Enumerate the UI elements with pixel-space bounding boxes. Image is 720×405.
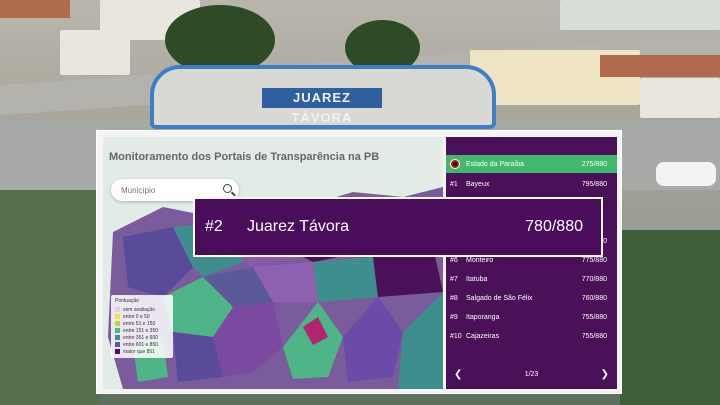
ranking-header[interactable]: Estado da Paraíba 275/880 [446,155,617,173]
ranking-row[interactable]: #10 Cajazeiras 755/880 [446,327,617,346]
ranking-row[interactable]: #9 Itaporanga 755/880 [446,308,617,327]
legend-label: entre 601 e 850 [123,341,159,348]
state-score: 275/880 [581,160,607,168]
ranking-pos: #1 [450,181,458,188]
ranking-score: 770/880 [581,276,607,283]
flag-icon [450,159,460,169]
search-icon[interactable] [223,184,232,193]
ranking-row[interactable]: #7 Itatuba 770/880 [446,270,617,289]
legend-items: sem avaliação entre 0 e 50 entre 51 e 150 e… [115,306,169,355]
legend-swatch [115,328,120,333]
highlight-position: #2 [205,218,223,235]
legend-label: maior que 851 [123,348,155,355]
legend-label: entre 151 e 350 [123,327,159,334]
background-house [560,0,720,30]
state-name: Estado da Paraíba [466,160,524,168]
ranking-score: 775/880 [581,257,607,264]
ranking-score: 755/880 [581,314,607,321]
ranking-pager: ❮ 1/23 ❯ [446,364,617,384]
ranking-pos: #8 [450,295,458,302]
page-indicator: 1/23 [524,370,539,378]
ranking-score: 755/880 [581,333,607,340]
highlight-municipality: Juarez Távora [247,218,349,235]
ranking-name: Bayeux [466,181,490,188]
ranking-name: Salgado de São Félix [466,295,533,302]
background-house [640,78,720,118]
ranking-name: Cajazeiras [466,333,500,340]
parked-car [656,162,716,186]
legend-item: entre 0 e 50 [115,313,169,320]
ranking-score: 795/880 [581,181,607,188]
ranking-row[interactable]: #1 Bayeux 795/880 [446,175,617,194]
legend-swatch [115,321,120,326]
ranking-list: Estado da Paraíba 275/880 #1 Bayeux 795/88… [446,137,617,389]
ranking-name: Itaporanga [466,314,500,321]
legend-item: entre 351 e 600 [115,334,169,341]
legend-item: sem avaliação [115,306,169,313]
next-page-icon[interactable]: ❯ [601,369,609,380]
map-legend: Pontuação sem avaliação entre 0 e 50 entre… [111,295,173,358]
ranking-row[interactable]: #8 Salgado de São Félix 760/880 [446,289,617,308]
prev-page-icon[interactable]: ❮ [454,369,462,380]
legend-swatch [115,349,120,354]
ranking-name: Monteiro [466,257,494,264]
legend-item: entre 51 e 150 [115,320,169,327]
highlighted-ranking-entry: #2 Juarez Távora 780/880 [193,197,603,257]
legend-label: sem avaliação [123,306,155,313]
ranking-pos: #6 [450,257,458,264]
legend-label: entre 0 e 50 [123,313,150,320]
ranking-pos: #7 [450,276,458,283]
legend-item: maior que 851 [115,348,169,355]
map-area[interactable]: Monitoramento dos Portais de Transparênc… [103,137,443,389]
legend-swatch [115,335,120,340]
legend-swatch [115,314,120,319]
ranking-score: 760/880 [581,295,607,302]
plaza-sign: JUAREZ TÁVORA [262,88,382,125]
ranking-name: Itatuba [466,276,488,283]
background-grass [0,190,100,405]
legend-swatch [115,342,120,347]
ranking-pos: #10 [450,333,462,340]
legend-label: entre 51 e 150 [123,320,156,327]
legend-label: entre 351 e 600 [123,334,159,341]
highlight-score: 780/880 [525,218,583,235]
dashboard-title: Monitoramento dos Portais de Transparênc… [109,151,380,163]
background-grass [620,230,720,405]
legend-title: Pontuação [115,298,139,304]
ranking-pos: #9 [450,314,458,321]
legend-item: entre 151 e 350 [115,327,169,334]
legend-swatch [115,307,120,312]
background-roof [600,55,720,77]
background-roof [0,0,70,18]
legend-item: entre 601 e 850 [115,341,169,348]
dashboard-screenshot: Monitoramento dos Portais de Transparênc… [96,130,622,394]
